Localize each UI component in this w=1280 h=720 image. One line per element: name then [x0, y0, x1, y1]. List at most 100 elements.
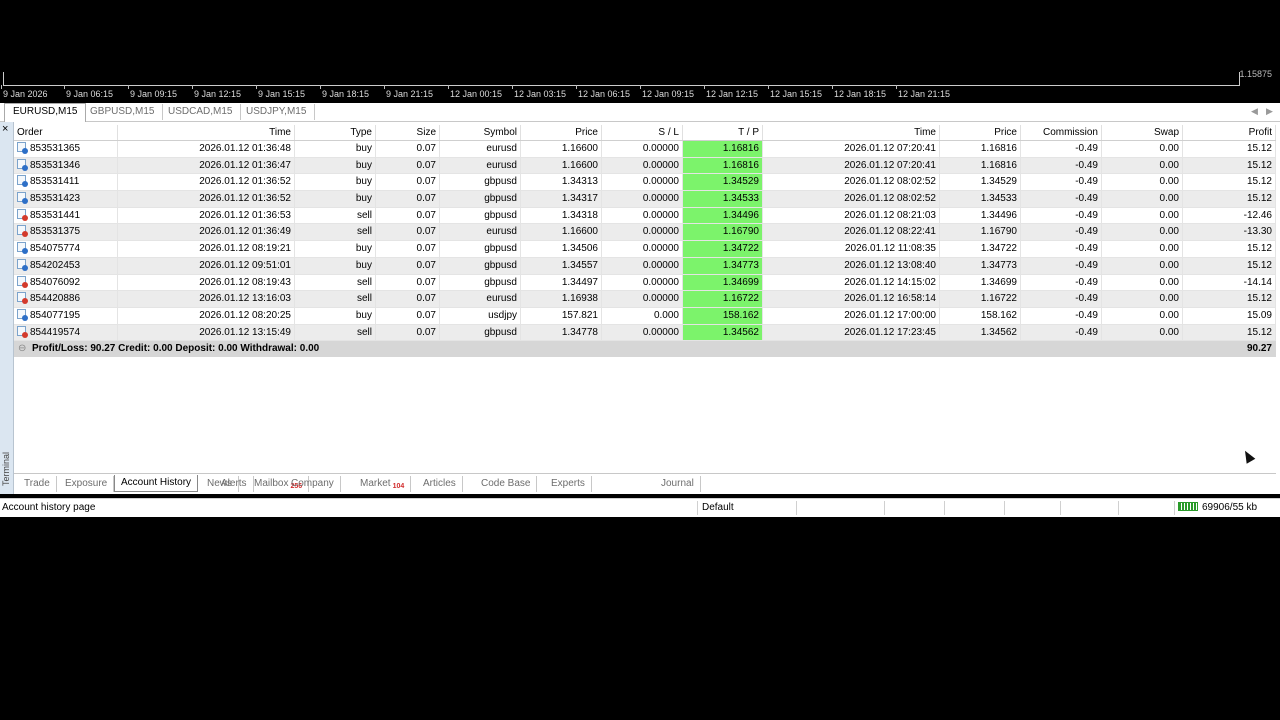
- table-row[interactable]: 854420886 2026.01.12 13:16:03 sell 0.07 euru…: [14, 291, 1276, 308]
- column-header-close-price-col[interactable]: Price: [940, 125, 1021, 140]
- status-divider: [1004, 501, 1005, 515]
- column-header-symbol-col[interactable]: Symbol: [440, 125, 521, 140]
- tab-trade[interactable]: Trade: [18, 476, 57, 492]
- tab-label: Trade: [24, 478, 50, 489]
- type-cell: buy: [295, 257, 376, 274]
- table-row[interactable]: 854076092 2026.01.12 08:19:43 sell 0.07 gbpu…: [14, 274, 1276, 292]
- chart-area[interactable]: 1.15875: [0, 0, 1280, 86]
- open-price-cell: 1.34497: [521, 274, 602, 291]
- sell-order-icon: [17, 325, 28, 338]
- table-row[interactable]: 854075774 2026.01.12 08:19:21 buy 0.07 gbpus…: [14, 241, 1276, 258]
- table-row[interactable]: 853531411 2026.01.12 01:36:52 buy 0.07 gbpus…: [14, 174, 1276, 192]
- order-cell: 854419574: [14, 324, 118, 341]
- symbol-cell: gbpusd: [440, 274, 521, 291]
- symbol-cell: gbpusd: [440, 241, 521, 257]
- order-cell: 854202453: [14, 257, 118, 274]
- order-cell: 854075774: [14, 241, 118, 257]
- close-time-cell: 2026.01.12 17:00:00: [763, 307, 940, 324]
- type-cell: buy: [295, 307, 376, 324]
- swap-cell: 0.00: [1102, 224, 1183, 241]
- tab-market[interactable]: Market 104: [354, 476, 412, 492]
- table-row[interactable]: 854077195 2026.01.12 08:20:25 buy 0.07 usdjp…: [14, 307, 1276, 325]
- table-row[interactable]: 853531441 2026.01.12 01:36:53 sell 0.07 gbpu…: [14, 207, 1276, 225]
- open-time-cell: 2026.01.12 08:20:25: [118, 307, 295, 324]
- summary-text: Profit/Loss: 90.27 Credit: 0.00 Deposit:…: [32, 343, 320, 355]
- symbol-cell: gbpusd: [440, 191, 521, 207]
- status-divider: [1060, 501, 1061, 515]
- time-tick-label: 12 Jan 18:15: [831, 85, 887, 99]
- commission-cell: -0.49: [1021, 291, 1102, 307]
- table-row[interactable]: 853531375 2026.01.12 01:36:49 sell 0.07 euru…: [14, 224, 1276, 242]
- tp-cell: 1.34562: [683, 324, 763, 341]
- column-header-close-time-col[interactable]: Time: [763, 125, 940, 140]
- order-cell: 854076092: [14, 274, 118, 291]
- commission-cell: -0.49: [1021, 224, 1102, 241]
- symbol-cell: gbpusd: [440, 207, 521, 224]
- buy-order-icon: [17, 175, 28, 188]
- column-header-commission-col[interactable]: Commission: [1021, 125, 1102, 140]
- type-cell: buy: [295, 191, 376, 207]
- tab-company[interactable]: Company: [285, 476, 341, 492]
- column-header-open-time-col[interactable]: Time: [118, 125, 295, 140]
- open-price-cell: 1.34778: [521, 324, 602, 341]
- column-header-swap-col[interactable]: Swap: [1102, 125, 1183, 140]
- status-profile[interactable]: Default: [702, 499, 734, 517]
- open-price-cell: 1.34317: [521, 191, 602, 207]
- tab-code-base[interactable]: Code Base: [475, 476, 538, 492]
- size-cell: 0.07: [376, 307, 440, 324]
- type-cell: sell: [295, 291, 376, 307]
- table-row[interactable]: 853531365 2026.01.12 01:36:48 buy 0.07 eurus…: [14, 141, 1276, 158]
- table-row[interactable]: 854419574 2026.01.12 13:15:49 sell 0.07 gbpu…: [14, 324, 1276, 342]
- profit-cell: -12.46: [1183, 207, 1276, 224]
- tp-cell: 1.34533: [683, 191, 763, 207]
- tab-account-history[interactable]: Account History: [114, 475, 199, 492]
- close-icon[interactable]: ×: [2, 123, 8, 135]
- swap-cell: 0.00: [1102, 307, 1183, 324]
- open-time-cell: 2026.01.12 01:36:49: [118, 224, 295, 241]
- tp-cell: 1.16790: [683, 224, 763, 241]
- scroll-right-icon[interactable]: ▶: [1266, 106, 1273, 117]
- column-header-size-col[interactable]: Size: [376, 125, 440, 140]
- symbol-tab-gbpusd[interactable]: GBPUSD,M15: [82, 104, 164, 120]
- commission-cell: -0.49: [1021, 241, 1102, 257]
- commission-cell: -0.49: [1021, 324, 1102, 341]
- tab-journal[interactable]: Journal: [655, 476, 701, 492]
- column-header-order-col[interactable]: Order: [14, 125, 118, 140]
- order-number: 853531411: [30, 176, 80, 188]
- summary-total: 90.27: [1246, 343, 1272, 355]
- status-divider: [1118, 501, 1119, 515]
- order-cell: 854420886: [14, 291, 118, 307]
- tp-cell: 1.34496: [683, 207, 763, 224]
- close-price-cell: 1.34496: [940, 207, 1021, 224]
- tab-articles[interactable]: Articles: [417, 476, 463, 492]
- table-row[interactable]: 854202453 2026.01.12 09:51:01 buy 0.07 gbpus…: [14, 257, 1276, 275]
- scroll-left-icon[interactable]: ◀: [1251, 106, 1258, 117]
- table-row[interactable]: 853531346 2026.01.12 01:36:47 buy 0.07 eurus…: [14, 157, 1276, 175]
- type-cell: sell: [295, 324, 376, 341]
- tab-experts[interactable]: Experts: [545, 476, 592, 492]
- open-price-cell: 1.34557: [521, 257, 602, 274]
- column-header-sl-col[interactable]: S / L: [602, 125, 683, 140]
- order-cell: 853531365: [14, 141, 118, 157]
- profit-cell: -14.14: [1183, 274, 1276, 291]
- swap-cell: 0.00: [1102, 241, 1183, 257]
- table-row[interactable]: 853531423 2026.01.12 01:36:52 buy 0.07 gbpus…: [14, 191, 1276, 208]
- column-header-open-price-col[interactable]: Price: [521, 125, 602, 140]
- symbol-tab-usdjpy[interactable]: USDJPY,M15: [238, 104, 316, 120]
- size-cell: 0.07: [376, 191, 440, 207]
- connection-status[interactable]: 69906/55 kb: [1178, 499, 1257, 517]
- close-price-cell: 158.162: [940, 307, 1021, 324]
- column-header-type-col[interactable]: Type: [295, 125, 376, 140]
- tab-exposure[interactable]: Exposure: [59, 476, 115, 492]
- column-header-profit-col[interactable]: Profit: [1183, 125, 1276, 140]
- symbol-tab-usdcad[interactable]: USDCAD,M15: [160, 104, 242, 120]
- tab-label: Articles: [423, 478, 456, 489]
- column-header-tp-col[interactable]: T / P: [683, 125, 763, 140]
- symbol-tab-eurusd[interactable]: EURUSD,M15: [4, 103, 87, 122]
- commission-cell: -0.49: [1021, 157, 1102, 174]
- tp-cell: 1.16722: [683, 291, 763, 307]
- tab-label: Exposure: [65, 478, 108, 489]
- sl-cell: 0.00000: [602, 241, 683, 257]
- sl-cell: 0.00000: [602, 191, 683, 207]
- open-time-cell: 2026.01.12 01:36:47: [118, 157, 295, 174]
